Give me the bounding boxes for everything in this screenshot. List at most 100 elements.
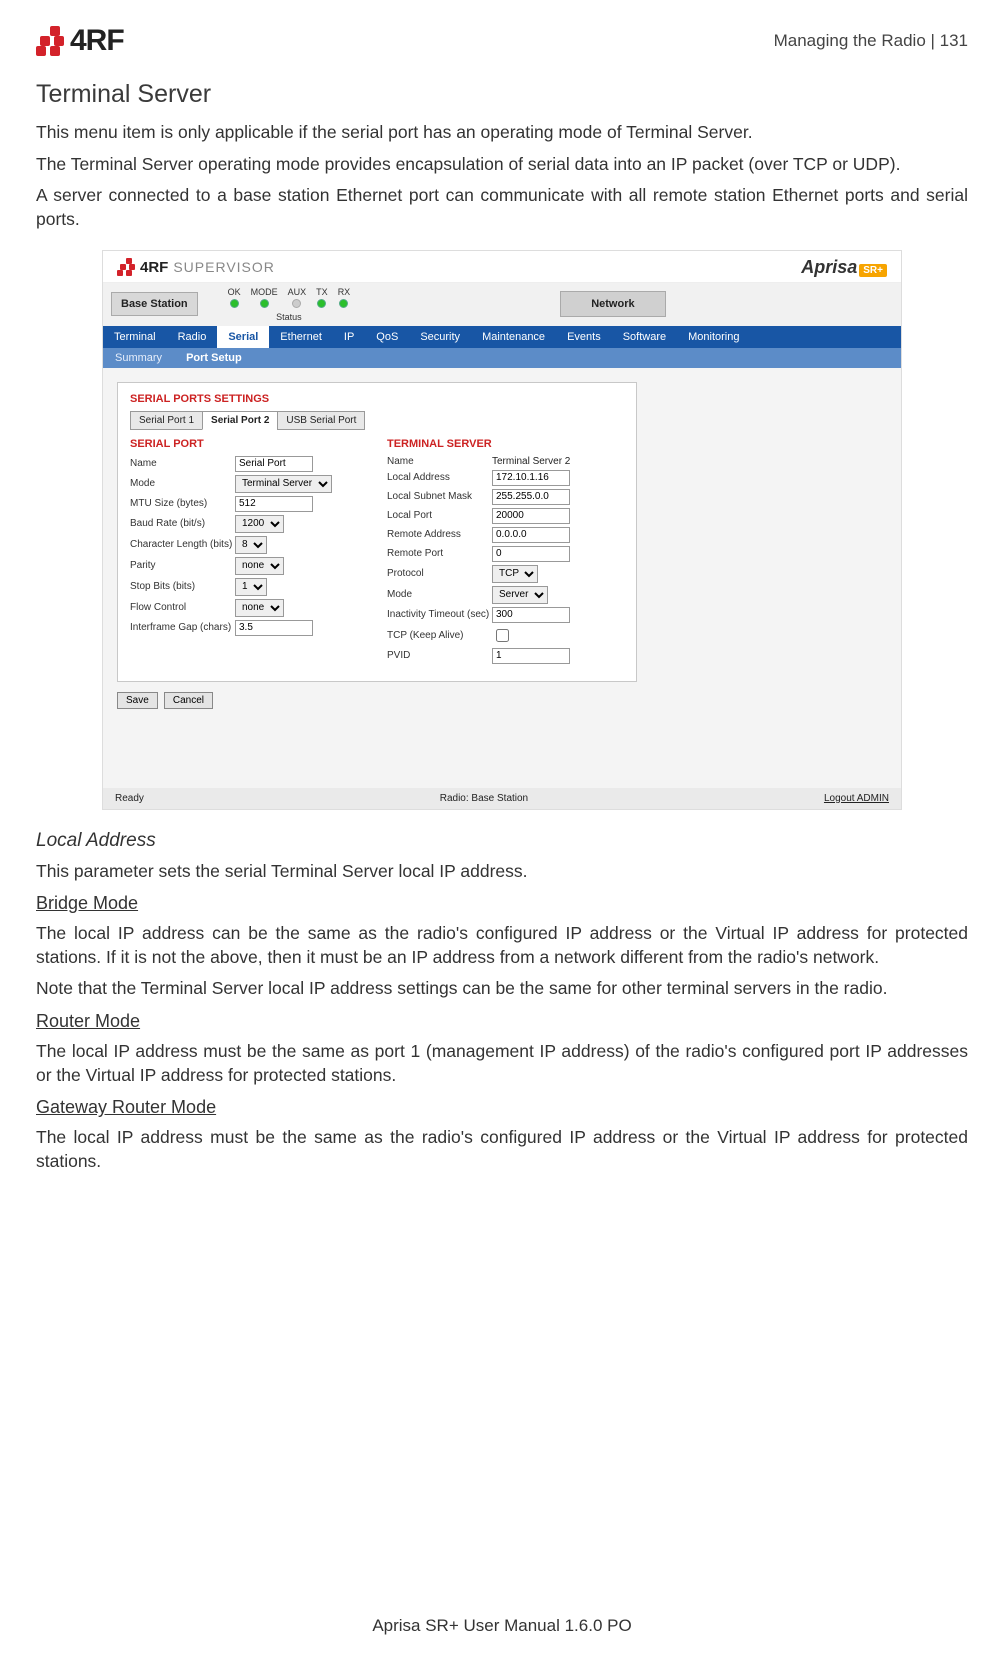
terminal-field-input[interactable]: Server bbox=[492, 586, 548, 604]
serial-field-input[interactable]: none bbox=[235, 557, 284, 575]
serial-field-input[interactable]: 1200 bbox=[235, 515, 284, 533]
field-row: PVID bbox=[387, 648, 624, 664]
shot-top-bar: 4RF SUPERVISOR AprisaSR+ bbox=[103, 251, 901, 283]
field-row: TCP (Keep Alive) bbox=[387, 626, 624, 645]
nav-main-item[interactable]: Serial bbox=[217, 326, 269, 348]
terminal-field-input[interactable] bbox=[492, 607, 570, 623]
logout-link[interactable]: Logout ADMIN bbox=[824, 793, 889, 804]
network-button[interactable]: Network bbox=[560, 291, 665, 317]
brand-supervisor: SUPERVISOR bbox=[173, 259, 275, 275]
terminal-field-input[interactable] bbox=[492, 470, 570, 486]
nav-main-item[interactable]: Security bbox=[409, 326, 471, 348]
header-right: Managing the Radio | 131 bbox=[774, 31, 968, 51]
cancel-button[interactable]: Cancel bbox=[164, 692, 213, 709]
base-station-button[interactable]: Base Station bbox=[111, 292, 198, 316]
heading-bridge-mode: Bridge Mode bbox=[36, 893, 968, 914]
terminal-field-input[interactable] bbox=[496, 629, 509, 642]
field-label: MTU Size (bytes) bbox=[130, 498, 235, 509]
field-row: Local Address bbox=[387, 470, 624, 486]
nav-main-item[interactable]: Radio bbox=[167, 326, 218, 348]
save-button[interactable]: Save bbox=[117, 692, 158, 709]
serial-field-input[interactable]: none bbox=[235, 599, 284, 617]
status-label: Status bbox=[228, 312, 351, 322]
aprisa-text: Aprisa bbox=[801, 257, 857, 277]
led-mode-icon bbox=[260, 299, 269, 308]
field-label: Mode bbox=[130, 478, 235, 489]
led-label: MODE bbox=[251, 287, 278, 297]
para-local: This parameter sets the serial Terminal … bbox=[36, 860, 968, 884]
form-area: SERIAL PORTS SETTINGS Serial Port 1Seria… bbox=[103, 368, 901, 788]
nav-main-item[interactable]: Terminal bbox=[103, 326, 167, 348]
nav-sub-item[interactable]: Port Setup bbox=[174, 348, 254, 368]
field-label: Name bbox=[130, 458, 235, 469]
page-header: 4RF Managing the Radio | 131 bbox=[36, 24, 968, 58]
led-label: RX bbox=[338, 287, 351, 297]
field-label: Remote Address bbox=[387, 529, 492, 540]
terminal-field-input[interactable] bbox=[492, 489, 570, 505]
logo-text: 4RF bbox=[70, 24, 124, 58]
led-label: OK bbox=[228, 287, 241, 297]
nav-main-item[interactable]: QoS bbox=[365, 326, 409, 348]
port-tab[interactable]: Serial Port 2 bbox=[202, 411, 278, 430]
nav-main-item[interactable]: Monitoring bbox=[677, 326, 750, 348]
field-row: Flow Controlnone bbox=[130, 599, 367, 617]
right-col: TERMINAL SERVER NameTerminal Server 2Loc… bbox=[387, 438, 624, 667]
serial-field-input[interactable]: Terminal Server bbox=[235, 475, 332, 493]
section-title: Terminal Server bbox=[36, 80, 968, 109]
field-label: Local Subnet Mask bbox=[387, 491, 492, 502]
supervisor-screenshot: 4RF SUPERVISOR AprisaSR+ Base Station OK… bbox=[102, 250, 902, 810]
led-row: OK MODE AUX TX RX bbox=[228, 287, 351, 310]
led-aux-icon bbox=[292, 299, 301, 308]
terminal-field-input[interactable] bbox=[492, 648, 570, 664]
field-row: Name bbox=[130, 456, 367, 472]
field-row: Remote Address bbox=[387, 527, 624, 543]
footer-radio: Radio: Base Station bbox=[440, 793, 528, 804]
port-tab[interactable]: USB Serial Port bbox=[277, 411, 365, 430]
para-bridge-2: Note that the Terminal Server local IP a… bbox=[36, 977, 968, 1001]
nav-sub-item[interactable]: Summary bbox=[103, 348, 174, 368]
terminal-field-input[interactable] bbox=[492, 546, 570, 562]
aprisa-logo: AprisaSR+ bbox=[801, 257, 887, 278]
para-router: The local IP address must be the same as… bbox=[36, 1040, 968, 1087]
form-buttons: Save Cancel bbox=[117, 692, 887, 709]
field-row: Local Port bbox=[387, 508, 624, 524]
serial-field-input[interactable]: 8 bbox=[235, 536, 267, 554]
form-card: SERIAL PORTS SETTINGS Serial Port 1Seria… bbox=[117, 382, 637, 682]
intro-para-2: The Terminal Server operating mode provi… bbox=[36, 153, 968, 177]
nav-main-item[interactable]: Ethernet bbox=[269, 326, 333, 348]
serial-field-input[interactable] bbox=[235, 620, 313, 636]
field-row: Stop Bits (bits)1 bbox=[130, 578, 367, 596]
led-label: TX bbox=[316, 287, 328, 297]
field-label: PVID bbox=[387, 650, 492, 661]
left-col-title: SERIAL PORT bbox=[130, 438, 367, 450]
field-row: ProtocolTCP bbox=[387, 565, 624, 583]
terminal-field-input[interactable] bbox=[492, 527, 570, 543]
led-tx-icon bbox=[317, 299, 326, 308]
led-block: OK MODE AUX TX RX Status bbox=[228, 287, 351, 322]
field-label: Protocol bbox=[387, 568, 492, 579]
heading-gateway-router-mode: Gateway Router Mode bbox=[36, 1097, 968, 1118]
nav-main-item[interactable]: Software bbox=[612, 326, 677, 348]
field-row: Inactivity Timeout (sec) bbox=[387, 607, 624, 623]
field-row: Character Length (bits)8 bbox=[130, 536, 367, 554]
logo-4rf: 4RF bbox=[36, 24, 124, 58]
serial-field-input[interactable] bbox=[235, 456, 313, 472]
terminal-field-input[interactable] bbox=[492, 508, 570, 524]
para-bridge-1: The local IP address can be the same as … bbox=[36, 922, 968, 969]
sr-badge: SR+ bbox=[859, 264, 887, 277]
nav-main-item[interactable]: Events bbox=[556, 326, 612, 348]
serial-field-input[interactable] bbox=[235, 496, 313, 512]
field-label: Parity bbox=[130, 560, 235, 571]
nav-main-item[interactable]: Maintenance bbox=[471, 326, 556, 348]
nav-main-item[interactable]: IP bbox=[333, 326, 365, 348]
field-label: Remote Port bbox=[387, 548, 492, 559]
led-rx-icon bbox=[339, 299, 348, 308]
serial-field-input[interactable]: 1 bbox=[235, 578, 267, 596]
port-tabs: Serial Port 1Serial Port 2USB Serial Por… bbox=[130, 411, 624, 430]
settings-title: SERIAL PORTS SETTINGS bbox=[130, 393, 624, 405]
intro-para-1: This menu item is only applicable if the… bbox=[36, 121, 968, 145]
field-label: Local Address bbox=[387, 472, 492, 483]
port-tab[interactable]: Serial Port 1 bbox=[130, 411, 203, 430]
heading-local-address: Local Address bbox=[36, 830, 968, 852]
terminal-field-input[interactable]: TCP bbox=[492, 565, 538, 583]
